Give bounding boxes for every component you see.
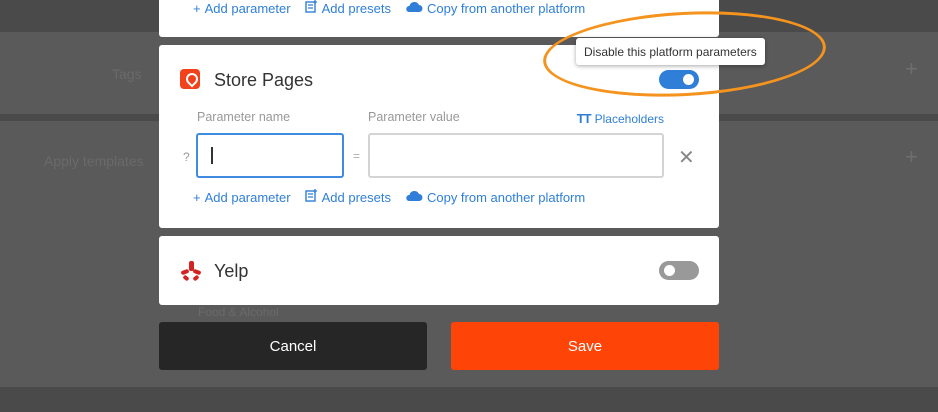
presets-icon: [304, 0, 318, 16]
add-parameter-label: Add parameter: [204, 189, 291, 205]
add-presets-label: Add presets: [321, 189, 391, 205]
platform-card-yelp: Yelp: [159, 236, 719, 305]
add-parameter-label: Add parameter: [204, 0, 291, 16]
cloud-icon: [405, 1, 423, 16]
copy-platform-label: Copy from another platform: [426, 189, 586, 205]
cancel-button[interactable]: Cancel: [159, 322, 427, 370]
platform-card-previous: + Add parameter Add presets Copy from an…: [159, 0, 719, 37]
copy-platform-link[interactable]: Copy from another platform: [405, 1, 585, 16]
store-pages-icon: [180, 69, 200, 89]
equals-sign: =: [353, 149, 361, 163]
parameter-name-input[interactable]: [196, 133, 344, 178]
text-caret: [211, 147, 213, 164]
background-food-label: Food & Alcohol: [198, 305, 279, 319]
plus-icon: +: [193, 0, 201, 16]
parameter-value-input[interactable]: [368, 133, 664, 178]
copy-platform-link[interactable]: Copy from another platform: [405, 190, 585, 205]
plus-icon: +: [193, 189, 201, 205]
placeholders-label: Placeholders: [594, 111, 664, 126]
add-parameter-link[interactable]: + Add parameter: [193, 190, 291, 205]
yelp-title: Yelp: [214, 261, 249, 281]
background-tags-label: Tags: [112, 66, 142, 82]
yelp-toggle[interactable]: [659, 261, 699, 280]
save-button[interactable]: Save: [451, 322, 719, 370]
disable-parameters-tooltip: Disable this platform parameters: [576, 38, 765, 65]
parameter-name-label: Parameter name: [197, 110, 291, 124]
add-presets-label: Add presets: [321, 0, 391, 16]
platform-card-store-pages: Store Pages Parameter name Parameter val…: [159, 45, 719, 228]
add-presets-link[interactable]: Add presets: [304, 0, 391, 16]
add-parameter-link[interactable]: + Add parameter: [193, 1, 291, 16]
store-pages-toggle[interactable]: [659, 70, 699, 89]
store-pages-title: Store Pages: [214, 70, 314, 90]
store-pages-actions: + Add parameter Add presets Copy from an…: [193, 189, 599, 205]
yelp-icon: [180, 260, 202, 282]
toggle-knob: [664, 265, 675, 276]
toggle-knob: [683, 74, 694, 85]
cloud-icon: [405, 190, 423, 205]
copy-platform-label: Copy from another platform: [426, 0, 586, 16]
text-format-icon: TT: [576, 111, 592, 126]
remove-parameter-icon[interactable]: ✕: [678, 145, 695, 170]
help-icon[interactable]: ?: [183, 150, 190, 164]
parameter-value-label: Parameter value: [368, 110, 460, 124]
background-templates-label: Apply templates: [44, 153, 144, 169]
placeholders-button[interactable]: TT Placeholders: [577, 111, 664, 126]
presets-icon: [304, 189, 318, 205]
add-presets-link[interactable]: Add presets: [304, 189, 391, 205]
background-plus-icon-2: +: [905, 144, 918, 169]
previous-card-actions: + Add parameter Add presets Copy from an…: [193, 0, 599, 16]
background-plus-icon: +: [905, 56, 918, 81]
